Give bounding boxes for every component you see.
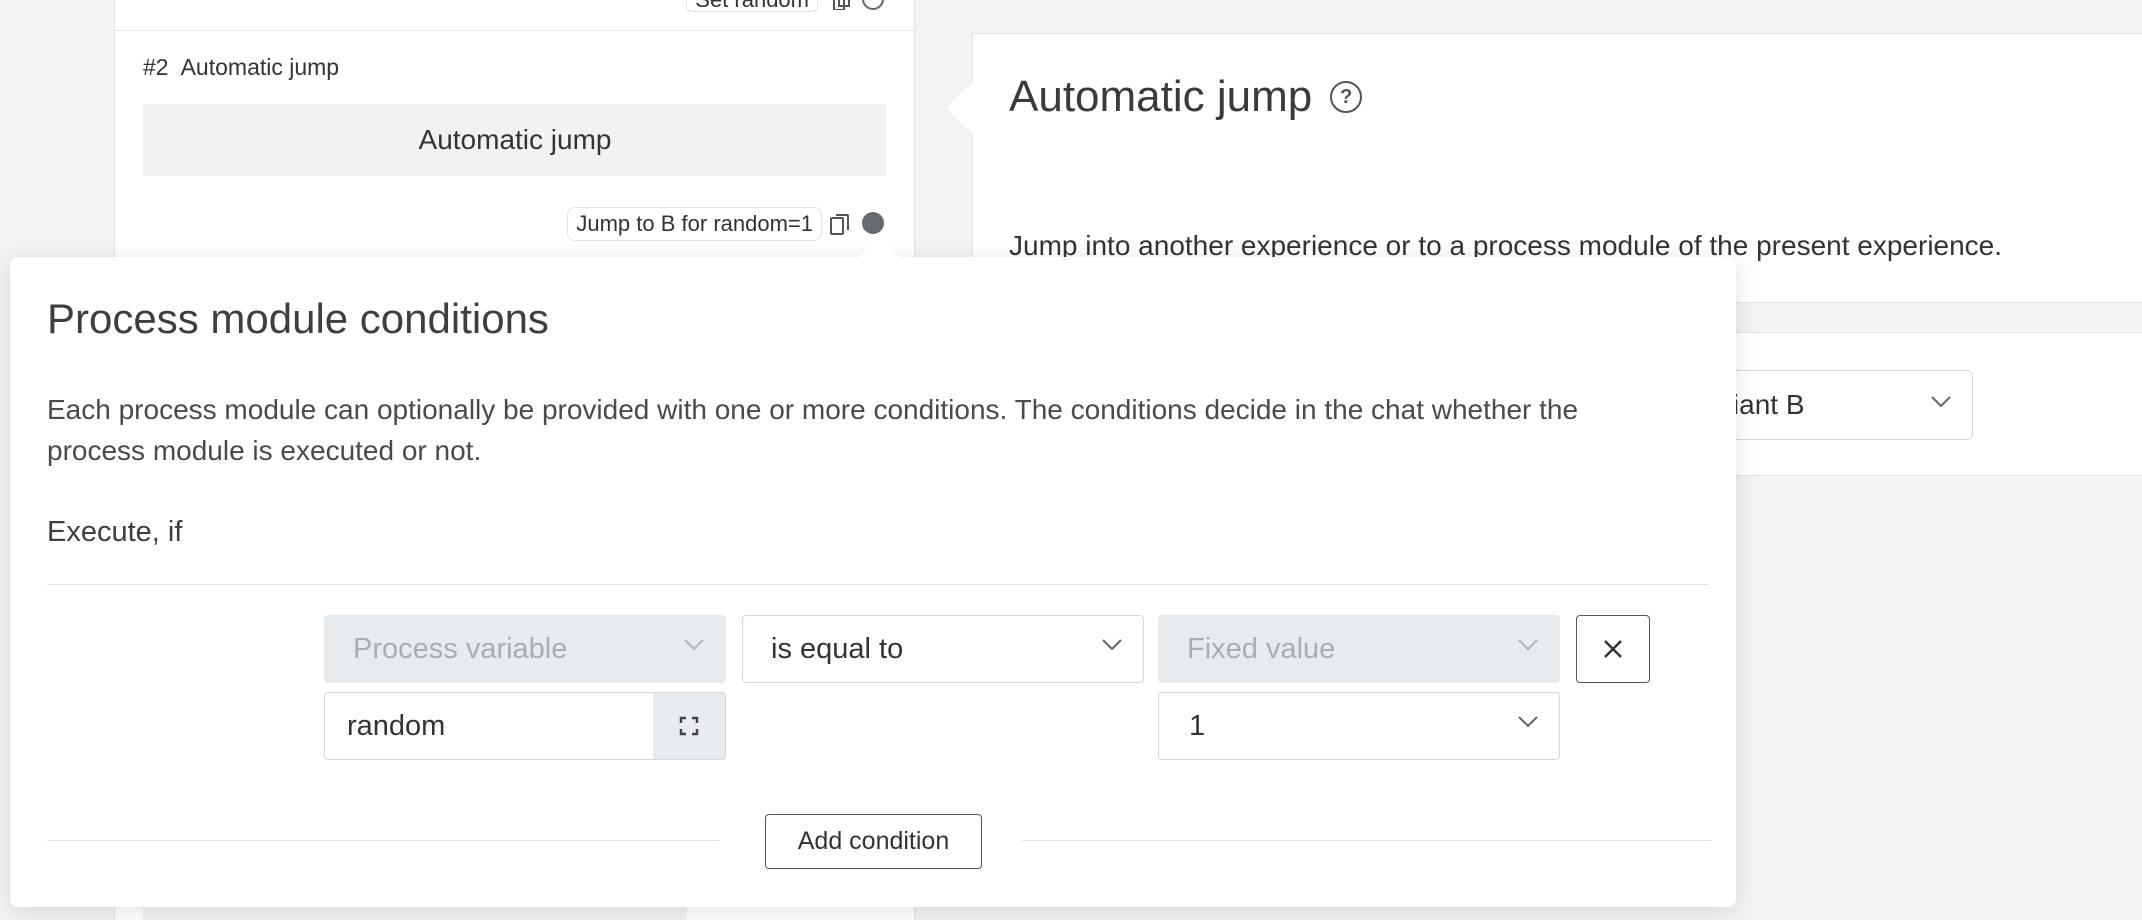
previous-module-footer: Set random [115,0,914,31]
remove-condition-button[interactable] [1576,615,1650,683]
chevron-down-icon [1931,396,1951,408]
variable-name-input[interactable]: random [324,692,654,760]
divider [47,584,1709,585]
module-header: #2 Automatic jump [143,54,339,81]
chevron-down-icon [1518,639,1538,651]
condition-badge[interactable]: Jump to B for random=1 [567,207,822,241]
dialog-description: Each process module can optionally be pr… [47,394,1579,466]
copy-icon[interactable] [832,0,852,10]
operator-select[interactable]: is equal to [742,615,1144,683]
close-icon [1604,640,1622,658]
module-name: Automatic jump [180,54,340,80]
copy-icon[interactable] [828,212,852,236]
add-condition-button[interactable]: Add condition [765,814,982,869]
execute-if-label: Execute, if [47,516,183,548]
chevron-down-icon [684,639,704,651]
module-title-box[interactable]: Automatic jump [143,104,887,176]
chevron-down-icon [1102,639,1122,651]
dialog-title: Process module conditions [47,295,549,342]
expand-variable-button[interactable] [653,692,726,760]
module-number: #2 [143,54,169,80]
previous-condition-badge[interactable]: Set random [686,0,818,12]
operator-value: is equal to [771,632,904,665]
chevron-down-icon [1518,716,1538,728]
previous-status-dot[interactable] [862,0,884,10]
conditions-dialog: Process module conditions Each process m… [10,237,1736,907]
detail-title: Automatic jump ? [1009,72,1363,122]
status-dot-icon[interactable] [862,212,884,234]
left-operand-type-value: Process variable [353,632,568,665]
divider [47,840,719,841]
right-operand-type-value: Fixed value [1187,632,1336,665]
divider [1022,840,1711,841]
right-operand-type-select[interactable]: Fixed value [1158,615,1560,683]
left-operand-type-select[interactable]: Process variable [324,615,726,683]
expand-icon [679,716,699,736]
fixed-value-select[interactable]: 1 [1158,692,1560,760]
panel-pointer [947,82,973,134]
next-module-peek [143,905,687,920]
fixed-value: 1 [1189,709,1206,742]
detail-title-text: Automatic jump [1009,72,1313,121]
help-icon[interactable]: ? [1330,81,1363,113]
